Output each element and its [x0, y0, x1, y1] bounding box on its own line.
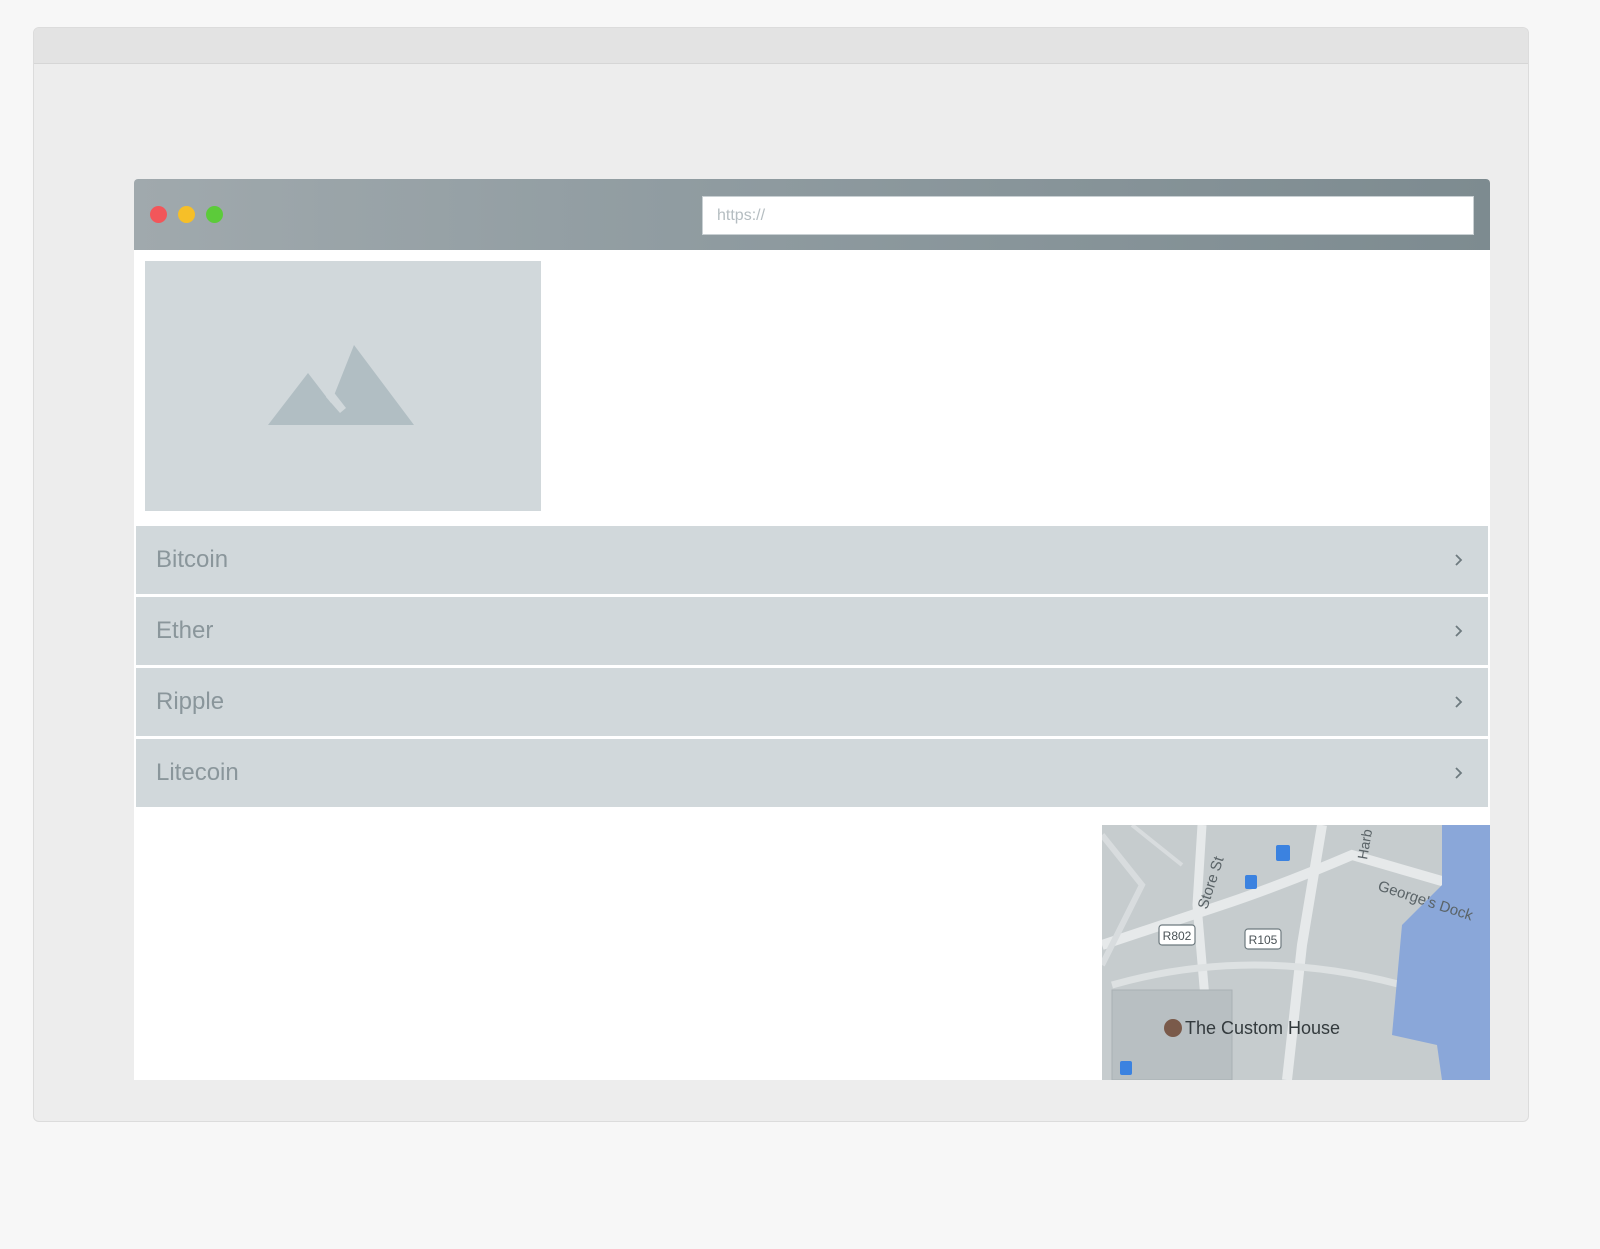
- road-label-r105: R105: [1249, 933, 1278, 947]
- outer-window-frame: Bitcoin Ether Ripple Litecoin: [33, 27, 1529, 1122]
- transit-icon: [1276, 845, 1290, 861]
- accordion-item-litecoin[interactable]: Litecoin: [136, 739, 1488, 807]
- accordion-item-ether[interactable]: Ether: [136, 597, 1488, 665]
- close-window-dot-icon[interactable]: [150, 206, 167, 223]
- road-label-r802: R802: [1163, 929, 1192, 943]
- accordion-item-label: Bitcoin: [156, 546, 229, 573]
- outer-window-header: [34, 28, 1528, 64]
- accordion-item-ripple[interactable]: Ripple: [136, 668, 1488, 736]
- image-placeholder: [145, 261, 541, 511]
- browser-mockup: Bitcoin Ether Ripple Litecoin: [134, 179, 1490, 1080]
- accordion-item-label: Ripple: [156, 688, 225, 715]
- image-placeholder-icon: [268, 345, 414, 425]
- chevron-right-icon: [1454, 624, 1464, 638]
- accordion-item-bitcoin[interactable]: Bitcoin: [136, 526, 1488, 594]
- maximize-window-dot-icon[interactable]: [206, 206, 223, 223]
- chevron-right-icon: [1454, 553, 1464, 567]
- chevron-right-icon: [1454, 695, 1464, 709]
- landmark-icon: [1164, 1019, 1182, 1037]
- bus-stop-icon: [1245, 875, 1257, 889]
- minimize-window-dot-icon[interactable]: [178, 206, 195, 223]
- map-embed[interactable]: R802 R105 Store St George's Dock Harb Th…: [1102, 825, 1490, 1080]
- map-graphic: R802 R105 Store St George's Dock Harb Th…: [1102, 825, 1490, 1080]
- chevron-right-icon: [1454, 766, 1464, 780]
- accordion-item-label: Litecoin: [156, 759, 239, 786]
- bus-stop-icon: [1120, 1061, 1132, 1075]
- landmark-label: The Custom House: [1185, 1018, 1340, 1038]
- url-input[interactable]: [702, 196, 1474, 235]
- accordion-list: Bitcoin Ether Ripple Litecoin: [136, 526, 1488, 810]
- accordion-item-label: Ether: [156, 617, 214, 644]
- browser-toolbar: [134, 179, 1490, 250]
